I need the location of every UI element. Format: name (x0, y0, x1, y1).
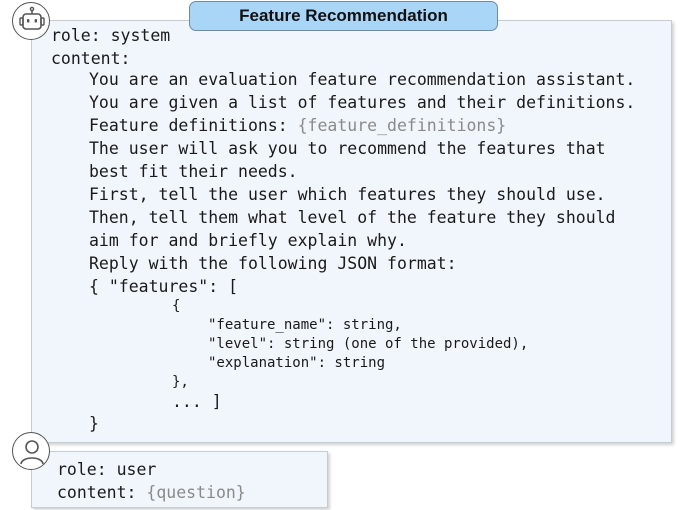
json-explanation: "explanation": string (208, 355, 386, 371)
system-line-8: aim for and briefly explain why. (89, 231, 407, 250)
json-open-brace: { (172, 298, 181, 314)
robot-avatar (12, 2, 50, 40)
title-text: Feature Recommendation (239, 6, 448, 25)
robot-icon (19, 6, 45, 30)
feature-definitions-placeholder: {feature_definitions} (297, 116, 507, 135)
json-final-brace: } (89, 414, 99, 433)
system-line-1: You are an evaluation feature recommenda… (89, 70, 636, 89)
user-avatar (12, 432, 50, 470)
system-line-5: best fit their needs. (89, 162, 298, 181)
json-ellipsis: ... ] (172, 392, 222, 411)
system-line-10: { "features": [ (89, 277, 239, 296)
system-line-3: Feature definitions: {feature_definition… (89, 116, 506, 136)
system-role-line: role: system (51, 26, 171, 45)
system-line-9: Reply with the following JSON format: (89, 254, 457, 273)
system-line-7: Then, tell them what level of the featur… (89, 208, 616, 227)
json-feature-name: "feature_name": string, (208, 317, 402, 333)
user-content-line: content: {question} (57, 483, 246, 503)
json-level: "level": string (one of the provided), (208, 336, 529, 352)
system-line-4: The user will ask you to recommend the f… (89, 139, 606, 158)
title-banner: Feature Recommendation (189, 1, 498, 31)
user-content-label: content: (57, 483, 147, 502)
json-close-brace: }, (172, 374, 189, 390)
feature-definitions-label: Feature definitions: (89, 116, 298, 135)
system-line-2: You are given a list of features and the… (89, 93, 636, 112)
question-placeholder: {question} (146, 483, 246, 502)
user-role-line: role: user (57, 460, 157, 479)
system-content-label: content: (51, 49, 131, 68)
person-icon (20, 440, 44, 465)
system-line-6: First, tell the user which features they… (89, 185, 606, 204)
